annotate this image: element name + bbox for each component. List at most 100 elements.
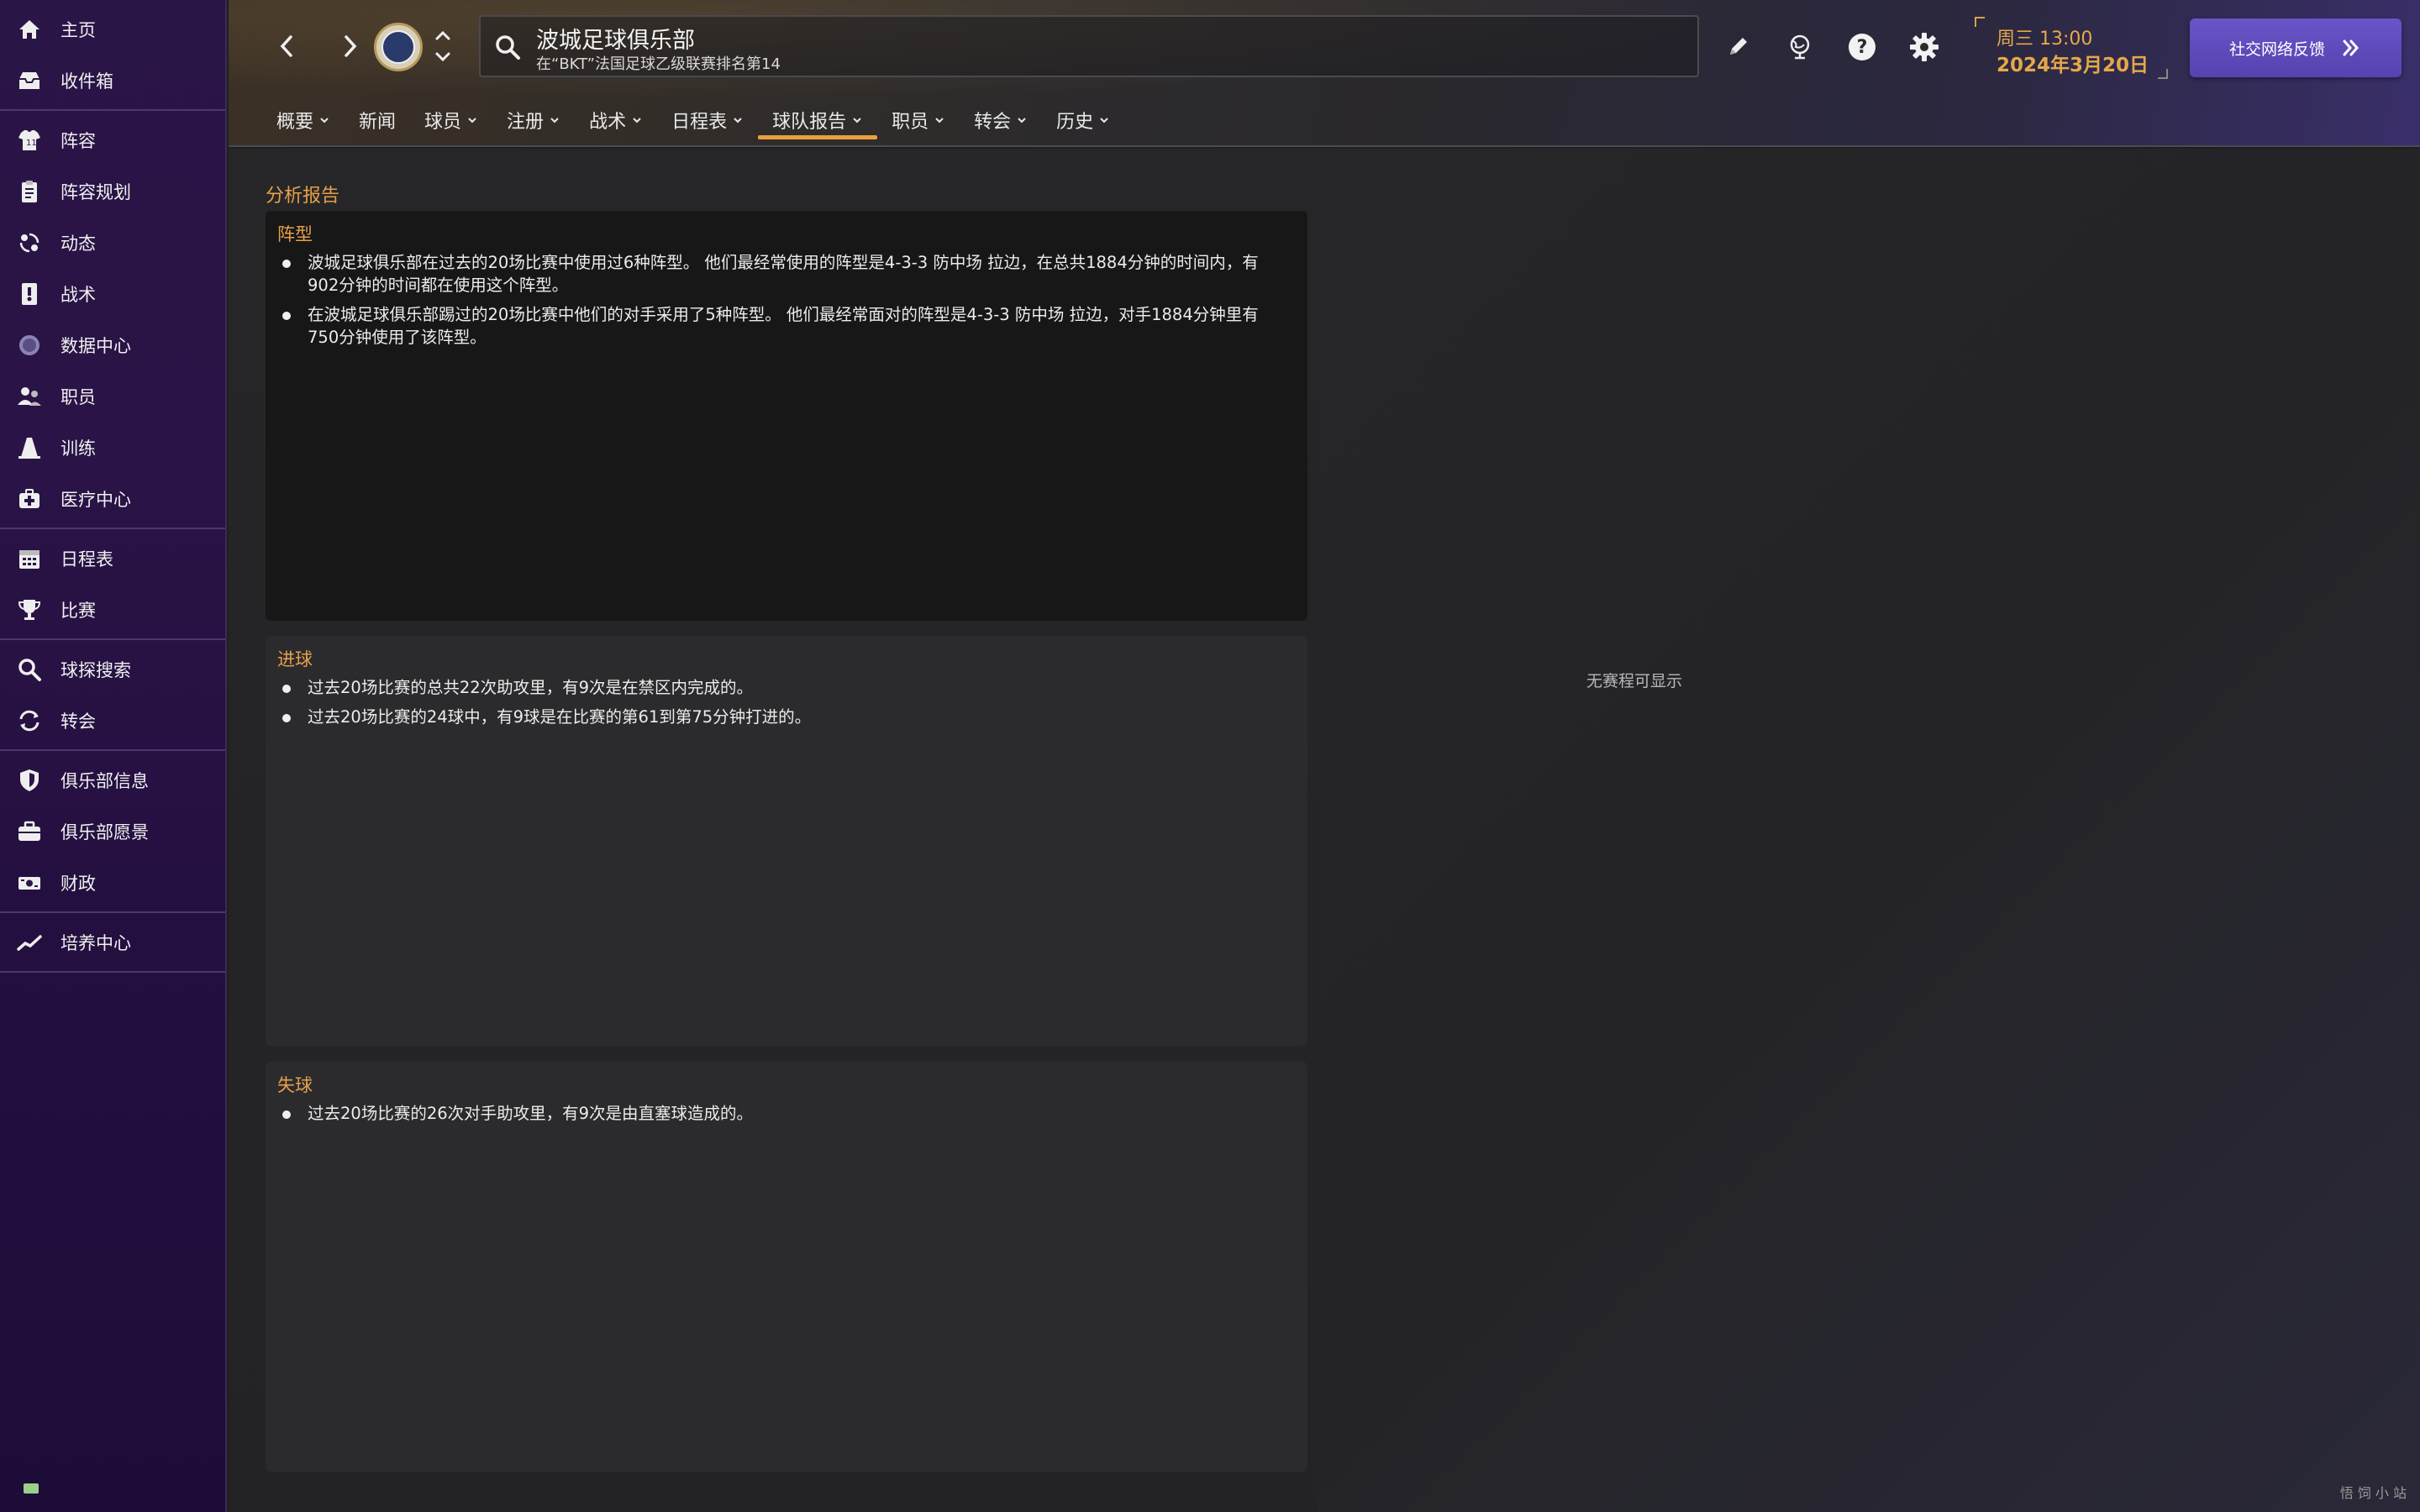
sidebar-item-finances[interactable]: 财政: [0, 857, 225, 908]
sidebar-item-squad[interactable]: 11 阵容: [0, 114, 225, 165]
page-title: 波城足球俱乐部: [536, 28, 695, 54]
chevron-right-icon: [345, 35, 357, 57]
tab-4[interactable]: 战术: [575, 99, 657, 141]
club-switch-button[interactable]: [430, 25, 455, 67]
top-header: 波城足球俱乐部 在“BKT”法国足球乙级联赛排名第14 ? 周三 13:00 2…: [229, 0, 2420, 147]
gear-icon: [1910, 33, 1939, 61]
chevron-down-icon: [853, 118, 861, 123]
search-icon: [496, 35, 520, 60]
search-icon: [15, 655, 44, 684]
sidebar-item-development[interactable]: 培养中心: [0, 916, 225, 968]
tab-7[interactable]: 职员: [877, 99, 960, 141]
sidebar-item-tactics[interactable]: 战术: [0, 268, 225, 319]
sidebar-item-label: 职员: [60, 386, 96, 407]
sidebar-item-inbox[interactable]: 收件箱: [0, 55, 225, 106]
sidebar-item-competitions[interactable]: 比赛: [0, 584, 225, 635]
tab-6[interactable]: 球队报告: [758, 99, 878, 141]
chevron-down-icon: [935, 118, 944, 123]
tab-9[interactable]: 历史: [1042, 99, 1124, 141]
sidebar-item-club-info[interactable]: 俱乐部信息: [0, 754, 225, 806]
insight-item: 波城足球俱乐部在过去的20场比赛中使用过6种阵型。 他们最经常使用的阵型是4-3…: [277, 251, 1269, 297]
chevron-down-icon: [633, 118, 641, 123]
insight-item: 过去20场比赛的24球中，有9球是在比赛的第61到第75分钟打进的。: [277, 706, 1269, 728]
sidebar-item-scouting[interactable]: 球探搜索: [0, 643, 225, 695]
tab-label: 历史: [1056, 112, 1094, 133]
forward-button[interactable]: [329, 25, 371, 67]
sidebar-item-label: 球探搜索: [60, 659, 131, 680]
sidebar-item-label: 动态: [60, 233, 96, 254]
main-content: 分析报告 阵型 波城足球俱乐部在过去的20场比赛中使用过6种阵型。 他们最经常使用…: [229, 149, 2420, 1512]
sidebar-item-schedule[interactable]: 日程表: [0, 533, 225, 584]
sidebar-item-transfers[interactable]: 转会: [0, 695, 225, 746]
panel-title: 进球: [277, 649, 313, 669]
game-date: 2024年3月20日: [1996, 55, 2149, 76]
sidebar-item-data-hub[interactable]: 数据中心: [0, 319, 225, 370]
inbox-icon: [15, 66, 44, 95]
sidebar-item-label: 战术: [60, 284, 96, 305]
shield-icon: [15, 766, 44, 795]
sidebar-group: 俱乐部信息 俱乐部愿景 财政: [0, 751, 225, 913]
sidebar-item-label: 阵容规划: [60, 181, 131, 202]
tab-2[interactable]: 球员: [410, 99, 492, 141]
sidebar-item-medical[interactable]: 医疗中心: [0, 473, 225, 524]
status-indicator-icon[interactable]: [24, 1483, 39, 1494]
pencil-icon: [1730, 38, 1747, 55]
tab-label: 新闻: [359, 112, 397, 133]
sidebar-item-club-vision[interactable]: 俱乐部愿景: [0, 806, 225, 857]
insight-list: 过去20场比赛的26次对手助攻里，有9次是由直塞球造成的。: [277, 1102, 1269, 1131]
club-search-bar[interactable]: 波城足球俱乐部 在“BKT”法国足球乙级联赛排名第14: [479, 15, 1699, 77]
briefcase-icon: [15, 817, 44, 846]
chevron-down-icon: [468, 118, 476, 123]
sidebar-item-label: 收件箱: [60, 71, 113, 92]
game-time: 周三 13:00: [1996, 29, 2093, 50]
club-crest[interactable]: [374, 23, 423, 71]
chevron-down-icon: [1018, 118, 1026, 123]
sidebar-item-squad-planner[interactable]: 阵容规划: [0, 165, 225, 217]
sidebar-item-label: 日程表: [60, 549, 113, 570]
sidebar-item-staff[interactable]: 职员: [0, 370, 225, 422]
sidebar-item-training[interactable]: 训练: [0, 422, 225, 473]
dynamics-icon: [15, 228, 44, 257]
home-icon: [15, 15, 44, 44]
svg-text:11: 11: [26, 139, 37, 148]
tab-5[interactable]: 日程表: [657, 99, 758, 141]
sidebar-item-label: 数据中心: [60, 335, 131, 356]
sidebar-item-dynamics[interactable]: 动态: [0, 217, 225, 268]
sidebar-item-label: 阵容: [60, 130, 96, 151]
panel-title: 失球: [277, 1075, 313, 1095]
trophy-icon: [15, 596, 44, 624]
watermark: 悟 饲 小 站: [2339, 1485, 2407, 1501]
tab-1[interactable]: 新闻: [345, 99, 410, 141]
social-feedback-button[interactable]: 社交网络反馈: [2190, 18, 2402, 77]
chevron-down-icon: [550, 118, 559, 123]
sidebar-group: 11 阵容 阵容规划 动态 战术 数据中心 职员 训练 医疗中心: [0, 111, 225, 529]
goals-scored-panel: 进球 过去20场比赛的总共22次助攻里，有9次是在禁区内完成的。 过去20场比赛的2…: [266, 636, 1307, 1046]
tab-0[interactable]: 概要: [262, 99, 345, 141]
chevron-down-icon: [1100, 118, 1108, 123]
sidebar-group: 主页 收件箱: [0, 0, 225, 111]
data-hub-icon: [15, 331, 44, 360]
goals-conceded-panel: 失球过去20场比赛的26次对手助攻里，有9次是由直塞球造成的。: [266, 1062, 1307, 1472]
help-button[interactable]: ?: [1840, 25, 1884, 69]
sidebar-item-label: 比赛: [60, 600, 96, 621]
game-date-continue[interactable]: 周三 13:00 2024年3月20日: [1975, 17, 2168, 79]
page-subtitle: 在“BKT”法国足球乙级联赛排名第14: [536, 55, 781, 73]
sidebar-item-home[interactable]: 主页: [0, 3, 225, 55]
insight-item: 过去20场比赛的26次对手助攻里，有9次是由直塞球造成的。: [277, 1102, 1269, 1125]
tab-3[interactable]: 注册: [492, 99, 575, 141]
chevron-up-down-icon: [435, 30, 450, 62]
clipboard-icon: [15, 177, 44, 206]
tab-label: 日程表: [671, 112, 728, 133]
tab-bar: 概要 新闻 球员 注册 战术 日程表 球队报告 职员 转会 历史: [262, 99, 1124, 141]
chevron-down-icon: [734, 118, 742, 123]
sidebar-item-label: 医疗中心: [60, 489, 131, 510]
tab-label: 球员: [424, 112, 462, 133]
back-button[interactable]: [266, 25, 308, 67]
tab-label: 转会: [974, 112, 1012, 133]
tab-8[interactable]: 转会: [960, 99, 1042, 141]
sidebar: 主页 收件箱 11 阵容 阵容规划 动态 战术 数据中心 职员 训练 医疗中心 …: [0, 0, 227, 1512]
tab-label: 战术: [589, 112, 627, 133]
edit-button[interactable]: [1716, 25, 1760, 69]
settings-button[interactable]: [1902, 25, 1946, 69]
world-button[interactable]: [1778, 25, 1822, 69]
